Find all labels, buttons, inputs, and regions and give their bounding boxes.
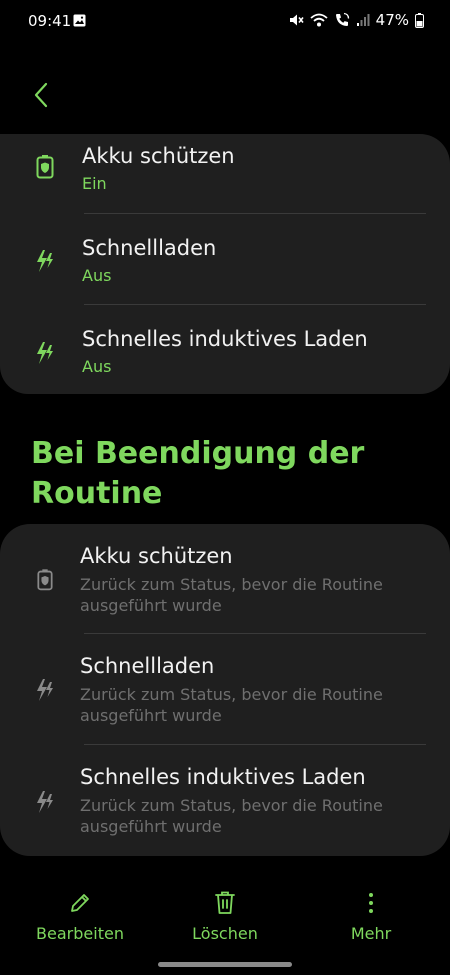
more-button[interactable]: Mehr [346,888,396,943]
end-item-fast-wireless-charge[interactable]: Schnelles induktives Laden Zurück zum St… [0,745,450,856]
fast-wireless-charge-icon [32,789,58,815]
status-icons: 47% [288,11,424,29]
end-item-fast-charge[interactable]: Schnellladen Zurück zum Status, bevor di… [0,634,450,745]
pencil-icon [68,888,92,918]
home-indicator[interactable] [158,962,292,967]
fast-wireless-charge-icon [32,340,58,366]
fast-charge-icon [32,677,58,703]
action-status: Aus [82,266,112,285]
battery-protect-icon [32,154,58,180]
battery-protect-icon [32,567,58,593]
fast-charge-icon [32,248,58,274]
action-item-battery-protect[interactable]: Akku schützen Ein [0,134,450,214]
end-item-battery-protect[interactable]: Akku schützen Zurück zum Status, bevor d… [0,524,450,634]
section-title: Bei Beendigung der Routine [31,436,365,511]
battery-percent: 47% [375,11,409,29]
delete-label: Löschen [192,924,258,943]
photo-icon [73,14,86,27]
signal-icon [356,14,370,26]
end-item-title: Akku schützen [80,544,233,568]
end-item-description: Zurück zum Status, bevor die Routine aus… [80,796,383,836]
action-item-fast-charge[interactable]: Schnellladen Aus [0,214,450,305]
end-actions-card: Akku schützen Zurück zum Status, bevor d… [0,524,450,856]
more-label: Mehr [350,924,392,943]
battery-icon [415,12,424,28]
action-title: Schnelles induktives Laden [82,327,368,351]
more-vertical-icon [367,888,375,918]
status-time: 09:41 [28,12,72,30]
bottom-action-bar: Bearbeiten Löschen Mehr [0,888,450,958]
action-status: Ein [82,174,107,193]
action-title: Akku schützen [82,144,235,168]
trash-icon [213,888,237,918]
chevron-left-icon [34,82,48,108]
mute-icon [289,14,304,26]
status-bar: 09:41 47% [0,0,450,42]
delete-button[interactable]: Löschen [190,888,260,943]
action-status: Aus [82,357,112,376]
action-title: Schnellladen [82,236,217,260]
end-item-description: Zurück zum Status, bevor die Routine aus… [80,575,383,615]
action-item-fast-wireless-charge[interactable]: Schnelles induktives Laden Aus [0,305,450,394]
wifi-calling-icon [310,13,328,27]
wifi-call-icon [335,12,349,26]
edit-button[interactable]: Bearbeiten [36,888,124,943]
back-button[interactable] [26,78,56,112]
edit-label: Bearbeiten [36,924,124,943]
end-item-title: Schnellladen [80,654,215,678]
end-item-description: Zurück zum Status, bevor die Routine aus… [80,685,383,725]
end-item-title: Schnelles induktives Laden [80,765,366,789]
start-actions-card: Akku schützen Ein Schnellladen Aus Schne… [0,134,450,394]
